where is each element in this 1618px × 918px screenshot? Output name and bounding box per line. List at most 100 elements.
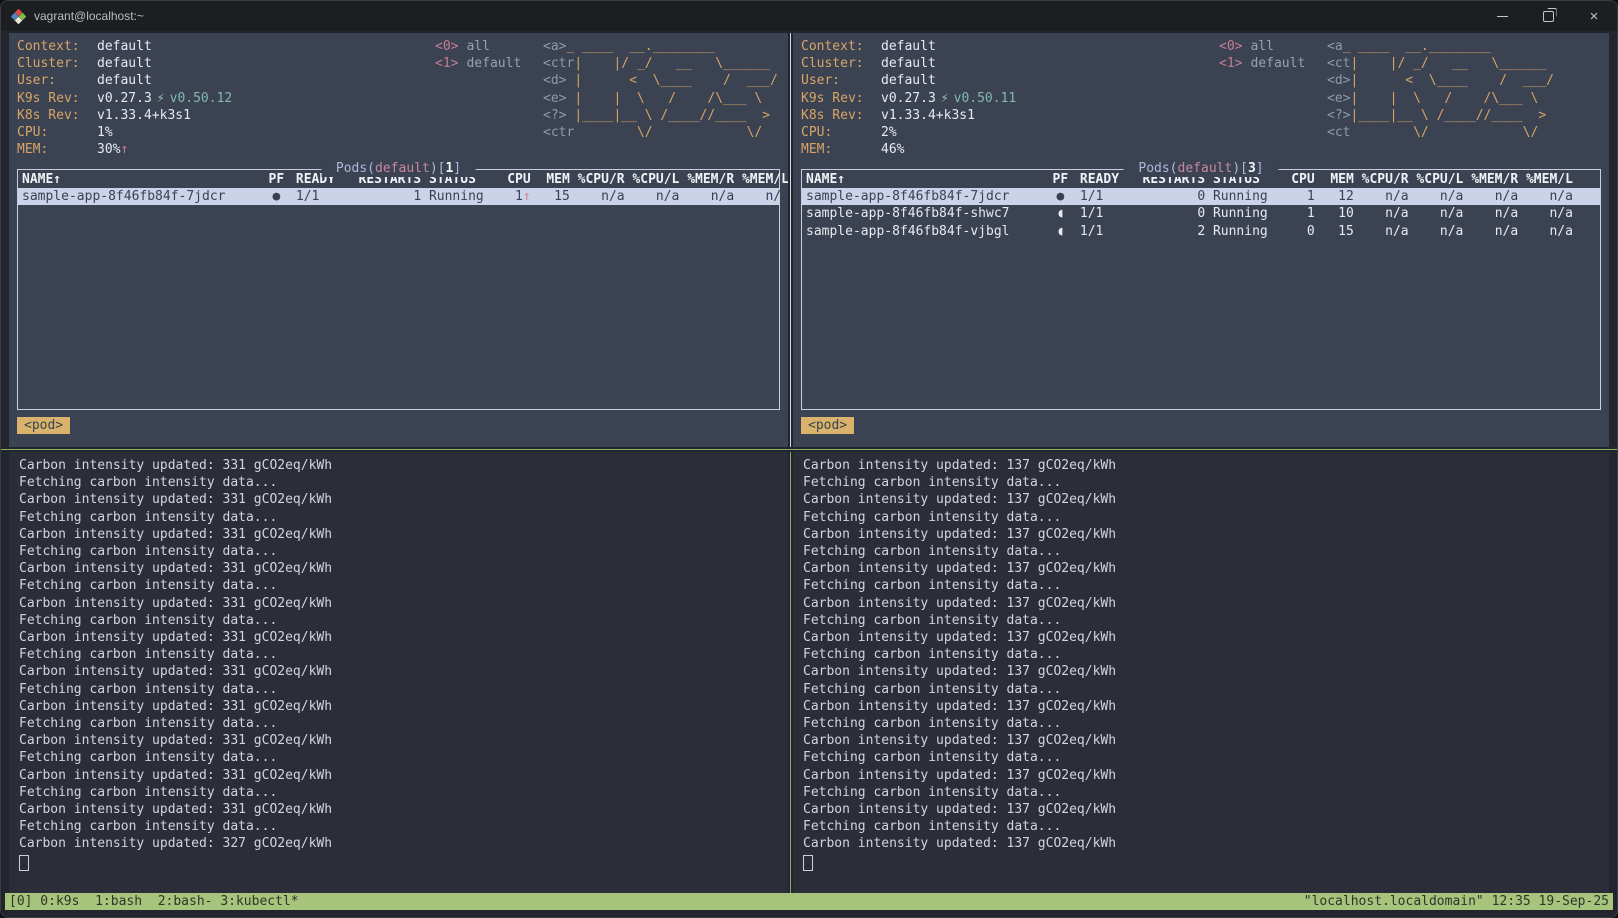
log-pane-right[interactable]: Carbon intensity updated: 137 gCO2eq/kWh…	[793, 452, 1609, 893]
tmux-status-bar: [0] 0:k9s 1:bash 2:bash- 3:kubectl* "loc…	[5, 893, 1613, 910]
shortcut-label: all	[1242, 39, 1273, 54]
shortcut-key: <1>	[1219, 56, 1242, 71]
info-value: v1.33.4+k3s1	[97, 107, 191, 124]
k9s-logo-line: <ct \/ \/	[1327, 124, 1554, 141]
log-line: Carbon intensity updated: 137 gCO2eq/kWh	[803, 560, 1609, 577]
info-label: User:	[801, 72, 881, 89]
menu-shortcut-key: <e>	[1327, 91, 1350, 106]
cell-ready: 1/1	[288, 188, 351, 205]
cursor-line	[19, 853, 788, 876]
k9s-pane-left[interactable]: Context:defaultCluster:defaultUser:defau…	[9, 33, 788, 447]
namespace-shortcut: <1>default	[435, 55, 521, 72]
k9s-logo: <a_ ____ __.________<ct| |/ _/ __ \_____…	[1327, 38, 1554, 141]
cell-mem-l: n/a	[1518, 188, 1573, 205]
cell-mem-r: n/a	[679, 188, 734, 205]
upgrade-bolt-icon: ⚡	[152, 90, 170, 107]
cell-mem: 15	[1315, 223, 1354, 240]
info-label: User:	[17, 72, 97, 89]
cell-cpu-l: n/a	[1409, 223, 1464, 240]
pane-divider-vertical-bottom[interactable]	[788, 452, 793, 893]
terminal-cursor	[19, 855, 29, 871]
info-label: K9s Rev:	[17, 90, 97, 107]
k9s-logo: <a>_ ____ __.________<ctr| |/ _/ __ \___…	[543, 38, 778, 141]
upgrade-version: v0.50.11	[954, 90, 1017, 107]
menu-shortcut-key: <ctr	[543, 56, 574, 71]
cell-pod-name: sample-app-8f46fb84f-7jdcr	[806, 188, 1049, 205]
info-value: default	[97, 38, 152, 55]
table-row[interactable]: sample-app-8f46fb84f-shwc7◖1/10Running11…	[802, 205, 1600, 222]
cell-cpu-l: n/a	[1409, 205, 1464, 222]
shortcut-key: <0>	[1219, 39, 1242, 54]
menu-shortcut-key: <e>	[543, 91, 574, 106]
log-line: Carbon intensity updated: 331 gCO2eq/kWh	[19, 560, 788, 577]
cell-cpu: 1	[1276, 188, 1315, 205]
terminal-footer	[9, 910, 1609, 917]
pods-table-box: Pods(default)[3] NAME↑PFREADYRESTARTSSTA…	[801, 169, 1601, 410]
breadcrumb-pod: <pod>	[801, 417, 854, 434]
menu-shortcut-key: <?>	[543, 108, 574, 123]
shortcut-label: default	[1242, 56, 1305, 71]
minimize-icon	[1497, 16, 1508, 17]
info-label: MEM:	[17, 141, 97, 158]
col-header-cpu: CPU	[1276, 171, 1315, 188]
log-line: Carbon intensity updated: 137 gCO2eq/kWh	[803, 629, 1609, 646]
log-line: Carbon intensity updated: 331 gCO2eq/kWh	[19, 732, 788, 749]
cell-mem-r: n/a	[1463, 223, 1518, 240]
log-line: Carbon intensity updated: 137 gCO2eq/kWh	[803, 698, 1609, 715]
col-header-cpu-l: %CPU/L	[625, 171, 680, 188]
pods-table-title: Pods(default)[3]	[1124, 160, 1279, 177]
shortcut-label: default	[458, 56, 521, 71]
log-line: Carbon intensity updated: 331 gCO2eq/kWh	[19, 629, 788, 646]
table-row[interactable]: sample-app-8f46fb84f-vjbgl◖1/12Running01…	[802, 223, 1600, 240]
pane-divider-horizontal[interactable]	[9, 447, 1609, 452]
col-header-port-forward-icon: PF	[265, 171, 288, 188]
info-label: Context:	[17, 38, 97, 55]
info-label: Cluster:	[801, 55, 881, 72]
log-line: Fetching carbon intensity data...	[19, 612, 788, 629]
tmux-session: Context:defaultCluster:defaultUser:defau…	[1, 31, 1617, 917]
terminal-app-icon	[11, 9, 26, 24]
cluster-info-row: MEM:46%	[801, 141, 1601, 158]
log-line: Fetching carbon intensity data...	[803, 646, 1609, 663]
cell-cpu: 1	[1276, 205, 1315, 222]
cell-cpu-r: n/a	[1354, 223, 1409, 240]
cell-mem-l: n/a	[1518, 223, 1573, 240]
info-label: K8s Rev:	[17, 107, 97, 124]
log-line: Carbon intensity updated: 137 gCO2eq/kWh	[803, 835, 1609, 852]
minimize-button[interactable]	[1479, 1, 1525, 31]
k9s-header: Context:defaultCluster:defaultUser:defau…	[17, 38, 780, 159]
info-value: default	[881, 72, 936, 89]
cell-cpu: 1↑	[492, 188, 531, 205]
terminal-window: vagrant@localhost:~ × Context:defaultClu…	[0, 0, 1618, 918]
k9s-logo-line: <a>_ ____ __.________	[543, 38, 778, 55]
col-header-cpu: CPU	[492, 171, 531, 188]
menu-shortcut-key: <ctr	[543, 125, 574, 140]
restore-button[interactable]	[1525, 1, 1571, 31]
k9s-logo-line: <ct| |/ _/ __ \______	[1327, 55, 1554, 72]
tmux-window-list[interactable]: [0] 0:k9s 1:bash 2:bash- 3:kubectl*	[9, 893, 299, 910]
info-label: CPU:	[801, 124, 881, 141]
k9s-logo-line: <ctr \/ \/	[543, 124, 778, 141]
info-label: MEM:	[801, 141, 881, 158]
close-icon: ×	[1590, 9, 1599, 24]
breadcrumb: <pod>	[801, 417, 1601, 434]
table-row[interactable]: sample-app-8f46fb84f-7jdcr●1/10Running11…	[802, 188, 1600, 205]
log-pane-left[interactable]: Carbon intensity updated: 331 gCO2eq/kWh…	[9, 452, 788, 893]
cell-cpu-l: n/a	[1409, 188, 1464, 205]
table-row[interactable]: sample-app-8f46fb84f-7jdcr●1/11Running1↑…	[18, 188, 779, 205]
k9s-pane-right[interactable]: Context:defaultCluster:defaultUser:defau…	[793, 33, 1609, 447]
k9s-logo-line: <a_ ____ __.________	[1327, 38, 1554, 55]
col-header-mem: MEM	[531, 171, 570, 188]
close-button[interactable]: ×	[1571, 1, 1617, 31]
log-line: Carbon intensity updated: 331 gCO2eq/kWh	[19, 767, 788, 784]
cell-status: Running	[421, 188, 491, 205]
namespace-shortcuts: <0>all<1>default	[1219, 38, 1305, 72]
col-header-mem: MEM	[1315, 171, 1354, 188]
cell-cpu: 0	[1276, 223, 1315, 240]
namespace-shortcut: <0>all	[1219, 38, 1305, 55]
cell-port-forward-icon: ●	[1049, 188, 1072, 205]
k9s-logo-line: <e>| | \ / /\___ \	[1327, 90, 1554, 107]
cell-restarts: 1	[351, 188, 421, 205]
upgrade-version: v0.50.12	[170, 90, 233, 107]
restore-icon	[1543, 11, 1554, 22]
